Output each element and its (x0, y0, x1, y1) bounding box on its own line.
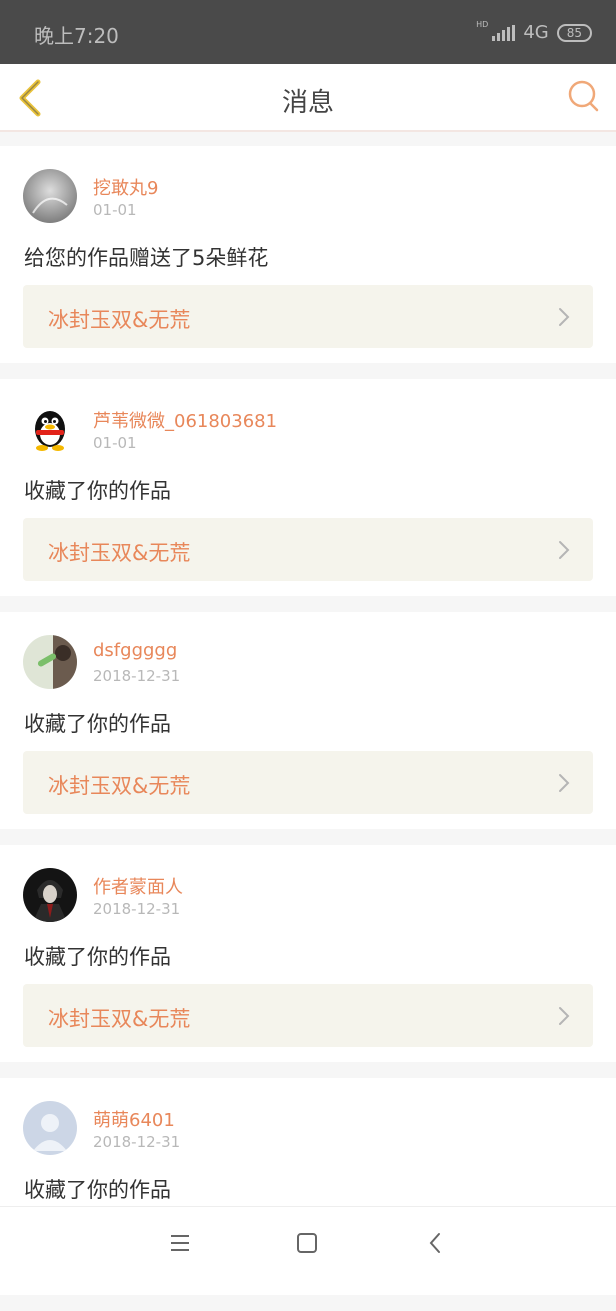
app-header: 消息 (0, 64, 616, 132)
signal-icon (492, 24, 516, 41)
avatar-image (23, 868, 77, 922)
back-icon[interactable] (424, 1231, 448, 1255)
hd-badge: HD (476, 20, 489, 29)
search-icon (568, 80, 599, 112)
username[interactable]: 萌萌6401 (93, 1106, 175, 1132)
battery-level: 85 (566, 25, 582, 40)
username[interactable]: 挖敢丸9 (93, 174, 158, 200)
message-card: dsfggggg 2018-12-31 收藏了你的作品 冰封玉双&无荒 (0, 612, 616, 829)
page-title: 消息 (281, 88, 334, 118)
work-link[interactable]: 冰封玉双&无荒 (23, 518, 593, 581)
home-square-icon[interactable] (295, 1231, 319, 1255)
work-link[interactable]: 冰封玉双&无荒 (23, 751, 593, 814)
username[interactable]: dsfggggg (93, 640, 177, 661)
search-button[interactable] (566, 78, 602, 114)
work-title: 冰封玉双&无荒 (48, 1007, 191, 1031)
chevron-right-icon (559, 1007, 570, 1025)
default-avatar-icon (23, 1101, 77, 1155)
message-card: 作者蒙面人 2018-12-31 收藏了你的作品 冰封玉双&无荒 (0, 845, 616, 1062)
message-card: 挖敢丸9 01-01 给您的作品赠送了5朵鲜花 冰封玉双&无荒 (0, 146, 616, 363)
avatar[interactable] (23, 635, 77, 689)
battery-icon: 85 (556, 23, 592, 42)
chevron-right-icon (559, 774, 570, 792)
avatar[interactable] (23, 402, 77, 456)
message-text: 给您的作品赠送了5朵鲜花 (24, 246, 269, 270)
message-text: 收藏了你的作品 (24, 712, 171, 736)
chevron-right-icon (559, 541, 570, 559)
status-time: 晚上7:20 (34, 24, 119, 48)
menu-icon[interactable] (168, 1231, 192, 1255)
message-date: 01-01 (93, 201, 137, 219)
work-title: 冰封玉双&无荒 (48, 541, 191, 565)
status-bar: 晚上7:20 HD 4G 85 (0, 0, 616, 64)
avatar[interactable] (23, 868, 77, 922)
message-card: 芦苇微微_061803681 01-01 收藏了你的作品 冰封玉双&无荒 (0, 379, 616, 596)
message-text: 收藏了你的作品 (24, 1178, 171, 1202)
message-date: 01-01 (93, 434, 137, 452)
avatar[interactable] (23, 1101, 77, 1155)
avatar-image (23, 635, 77, 689)
avatar[interactable] (23, 169, 77, 223)
username[interactable]: 作者蒙面人 (93, 873, 183, 899)
work-title: 冰封玉双&无荒 (48, 774, 191, 798)
message-date: 2018-12-31 (93, 900, 181, 918)
message-list: 挖敢丸9 01-01 给您的作品赠送了5朵鲜花 冰封玉双&无荒 芦苇微微_061… (0, 146, 616, 1311)
system-nav-bar (0, 1206, 616, 1281)
penguin-avatar-image (23, 402, 77, 456)
network-type: 4G (523, 22, 549, 43)
username[interactable]: 芦苇微微_061803681 (93, 407, 277, 433)
work-link[interactable]: 冰封玉双&无荒 (23, 984, 593, 1047)
chevron-right-icon (559, 308, 570, 326)
message-date: 2018-12-31 (93, 667, 181, 685)
work-title: 冰封玉双&无荒 (48, 308, 191, 332)
work-link[interactable]: 冰封玉双&无荒 (23, 285, 593, 348)
message-text: 收藏了你的作品 (24, 479, 171, 503)
avatar-image (23, 169, 77, 223)
status-indicators: HD 4G 85 (476, 20, 592, 43)
message-text: 收藏了你的作品 (24, 945, 171, 969)
message-date: 2018-12-31 (93, 1133, 181, 1151)
